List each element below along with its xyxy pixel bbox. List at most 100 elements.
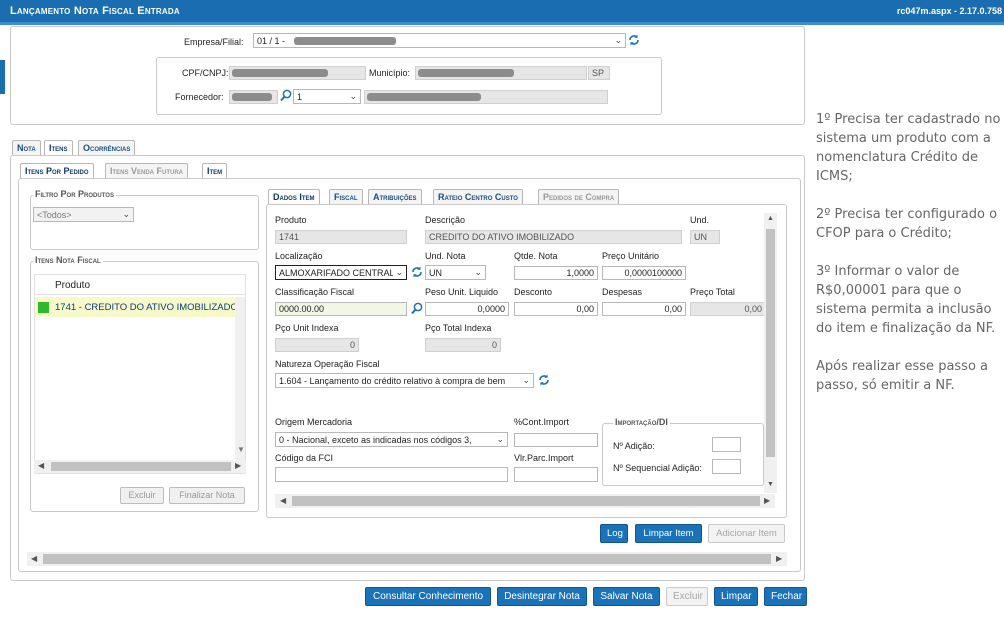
- empresa-select[interactable]: 01 / 1 - ⌄: [253, 33, 626, 48]
- fornecedor-select[interactable]: 1 ⌄: [293, 89, 361, 104]
- fornecedor-panel: CPF/CNPJ: Município: SP Fornecedor: 1 ⌄: [156, 57, 662, 115]
- search-icon[interactable]: [411, 302, 423, 317]
- scrollbar-thumb[interactable]: [292, 496, 760, 506]
- fornecedor-select-value: 1: [297, 92, 303, 102]
- salvar-nota-button[interactable]: Salvar Nota: [593, 587, 660, 606]
- municipio-field[interactable]: [415, 66, 587, 80]
- preco-total-field[interactable]: 0,00: [690, 302, 766, 316]
- limpar-item-button[interactable]: Limpar Item: [635, 524, 702, 543]
- peso-label: Peso Unit. Liquido: [425, 287, 499, 297]
- uf-field[interactable]: SP: [588, 66, 610, 80]
- scrollbar-thumb[interactable]: [766, 229, 775, 457]
- tab-nota[interactable]: Nota: [12, 140, 41, 155]
- produto-label: Produto: [275, 215, 307, 225]
- finalizar-nota-button[interactable]: Finalizar Nota: [169, 487, 245, 504]
- filtro-group: [30, 195, 259, 250]
- importacao-group: [602, 423, 764, 486]
- fornecedor-code-field[interactable]: [229, 90, 278, 104]
- tab-fiscal[interactable]: Fiscal: [329, 189, 363, 204]
- und-nota-select[interactable]: UN ⌄: [425, 265, 486, 280]
- produto-field[interactable]: 1741: [275, 230, 407, 244]
- list-item-label: 1741 - CREDITO DO ATIVO IMOBILIZADO: [55, 302, 238, 313]
- scroll-right-icon[interactable]: ▶: [776, 554, 782, 563]
- scroll-down-icon[interactable]: ▼: [767, 481, 774, 488]
- note-4: Após realizar esse passo a passo, só emi…: [816, 359, 989, 393]
- seq-adicao-field[interactable]: [712, 459, 741, 474]
- despesas-label: Despesas: [602, 287, 643, 297]
- empresa-value: 01 / 1 -: [257, 36, 286, 46]
- origem-select[interactable]: 0 - Nacional, exceto as indicadas nos có…: [275, 432, 508, 447]
- fechar-button[interactable]: Fechar: [764, 587, 807, 606]
- pco-unit-indexa-label: Pço Unit Indexa: [275, 323, 339, 333]
- scroll-left-icon[interactable]: ◀: [38, 461, 44, 470]
- scroll-up-icon[interactable]: ▲: [767, 215, 774, 222]
- list-horizontal-scrollbar[interactable]: ◀ ▶: [34, 460, 246, 473]
- fornecedor-name-field[interactable]: [364, 90, 608, 104]
- scroll-right-icon[interactable]: ▶: [764, 496, 770, 505]
- consultar-conhecimento-button[interactable]: Consultar Conhecimento: [365, 587, 491, 606]
- scroll-left-icon[interactable]: ◀: [280, 496, 286, 505]
- fornecedor-label: Fornecedor:: [175, 92, 224, 102]
- filtro-select[interactable]: <Todos> ⌄: [33, 207, 134, 222]
- despesas-field[interactable]: 0,00: [602, 302, 686, 316]
- tab-item[interactable]: Item: [202, 163, 228, 178]
- list-vertical-scrollbar[interactable]: ▼: [235, 297, 245, 463]
- pco-total-indexa-field[interactable]: 0: [425, 338, 501, 352]
- tab-atribuicoes[interactable]: Atribuições: [368, 189, 422, 204]
- localizacao-value: ALMOXARIFADO CENTRAL: [279, 268, 395, 278]
- redacted-text: [367, 93, 481, 101]
- descricao-label: Descrição: [425, 215, 466, 225]
- status-indicator: [38, 302, 49, 313]
- pco-unit-indexa-field[interactable]: 0: [275, 338, 359, 352]
- scroll-down-icon[interactable]: ▼: [237, 445, 245, 454]
- search-icon[interactable]: [280, 89, 292, 104]
- excluir-item-button[interactable]: Excluir: [120, 487, 164, 504]
- vlr-parc-field[interactable]: [514, 467, 598, 482]
- scroll-left-icon[interactable]: ◀: [31, 554, 37, 563]
- pct-import-field[interactable]: [514, 433, 598, 447]
- und-nota-value: UN: [429, 268, 442, 278]
- classificacao-fiscal-field[interactable]: 0000.00.00: [275, 302, 407, 316]
- log-button[interactable]: Log: [600, 524, 628, 543]
- tab-itens-venda-futura[interactable]: Itens Venda Futura: [105, 163, 189, 178]
- list-item[interactable]: 1741 - CREDITO DO ATIVO IMOBILIZADO: [35, 297, 238, 317]
- adicionar-item-button[interactable]: Adicionar Item: [708, 524, 785, 543]
- refresh-icon[interactable]: [538, 373, 550, 389]
- itens-list: Produto 1741 - CREDITO DO ATIVO IMOBILIZ…: [34, 274, 246, 474]
- chevron-down-icon: ⌄: [520, 375, 530, 386]
- desconto-field[interactable]: 0,00: [514, 302, 598, 316]
- refresh-icon[interactable]: [628, 33, 640, 49]
- und-field[interactable]: UN: [690, 230, 720, 244]
- scrollbar-thumb[interactable]: [43, 554, 771, 564]
- natureza-select[interactable]: 1.604 - Lançamento do crédito relativo à…: [275, 373, 534, 388]
- scroll-right-icon[interactable]: ▶: [235, 461, 241, 470]
- form-horizontal-scrollbar[interactable]: ◀ ▶: [275, 494, 775, 508]
- localizacao-select[interactable]: ALMOXARIFADO CENTRAL ⌄: [275, 265, 407, 280]
- tab-rateio-centro-custo[interactable]: Rateio Centro Custo: [433, 189, 523, 204]
- tab-dados-item[interactable]: Dados Item: [268, 189, 320, 204]
- cpf-field[interactable]: [229, 66, 366, 80]
- tab-itens-por-pedido[interactable]: Itens Por Pedido: [20, 163, 94, 178]
- seq-adicao-label: Nº Sequencial Adição:: [613, 463, 702, 473]
- preco-unitario-field[interactable]: 0,0000100000: [602, 266, 686, 280]
- origem-label: Origem Mercadoria: [275, 417, 353, 427]
- excluir-nota-button[interactable]: Excluir: [666, 587, 708, 606]
- tab-itens[interactable]: Itens: [44, 140, 73, 155]
- qtde-label: Qtde. Nota: [514, 251, 558, 261]
- tab-pedidos-compra[interactable]: Pedidos de Compra: [538, 189, 620, 204]
- fci-field[interactable]: [275, 467, 508, 482]
- qtde-field[interactable]: 1,0000: [514, 266, 598, 280]
- chevron-down-icon: ⌄: [393, 267, 403, 278]
- desintegrar-nota-button[interactable]: Desintegrar Nota: [497, 587, 587, 606]
- note-2: 2º Precisa ter configurado o CFOP para o…: [816, 207, 998, 241]
- refresh-icon[interactable]: [411, 265, 423, 281]
- adicao-field[interactable]: [712, 437, 741, 452]
- limpar-button[interactable]: Limpar: [714, 587, 758, 606]
- cpf-label: CPF/CNPJ:: [182, 68, 229, 78]
- form-vertical-scrollbar[interactable]: ▲ ▼: [764, 213, 777, 493]
- item-horizontal-scrollbar[interactable]: ◀ ▶: [27, 552, 787, 566]
- descricao-field[interactable]: CREDITO DO ATIVO IMOBILIZADO: [425, 230, 682, 244]
- tab-ocorrencias[interactable]: Ocorrências: [78, 140, 136, 155]
- peso-field[interactable]: 0,0000: [425, 302, 509, 316]
- scrollbar-thumb[interactable]: [51, 462, 231, 471]
